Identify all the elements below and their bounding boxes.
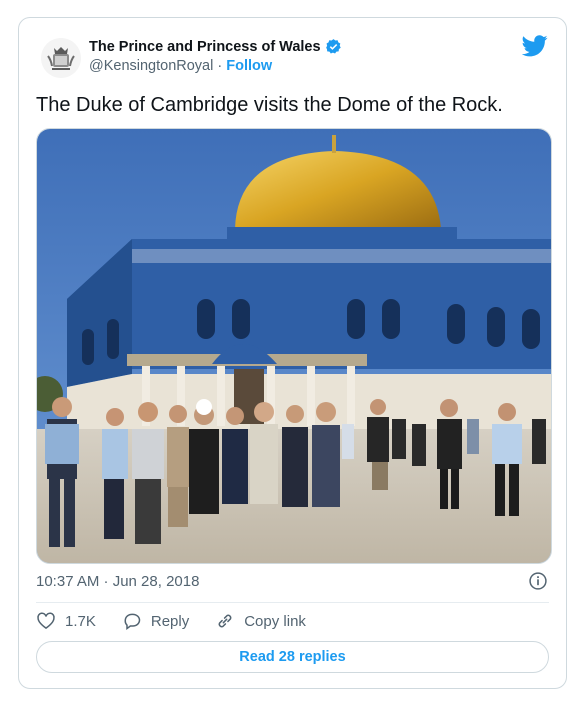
read-replies-label: Read 28 replies [239,649,346,665]
embedded-tweet-card: The Prince and Princess of Wales @Kensin… [18,17,567,689]
tweet-photo[interactable] [36,128,552,564]
reply-icon [124,613,141,630]
copy-link-button[interactable]: Copy link [215,611,306,631]
author-name[interactable]: The Prince and Princess of Wales [89,38,342,55]
like-button[interactable]: 1.7K [36,611,96,631]
tweet-text: The Duke of Cambridge visits the Dome of… [36,94,503,116]
follow-button[interactable]: Follow [226,58,272,74]
author-handle[interactable]: @KensingtonRoyal [89,58,213,74]
divider [36,602,549,603]
copy-link-label: Copy link [244,612,306,630]
reply-button[interactable]: Reply [122,611,189,631]
verified-badge-icon [325,39,341,54]
heart-icon [37,612,55,630]
author-name-text[interactable]: The Prince and Princess of Wales [89,39,321,55]
handle-separator: · [217,58,223,74]
reply-label: Reply [150,612,190,630]
avatar[interactable] [41,38,81,78]
read-replies-button[interactable]: Read 28 replies [36,641,549,673]
dome-of-the-rock-photo [37,129,551,563]
tweet-actions: 1.7K Reply Copy link [36,611,332,631]
info-icon[interactable] [528,571,548,591]
royal-crest-icon [41,38,81,78]
like-count: 1.7K [65,612,96,630]
twitter-bird-icon[interactable] [522,35,548,57]
tweet-timestamp[interactable]: 10:37 AM · Jun 28, 2018 [36,573,199,590]
handle-row: @KensingtonRoyal · Follow [89,58,272,74]
link-icon [218,614,232,628]
